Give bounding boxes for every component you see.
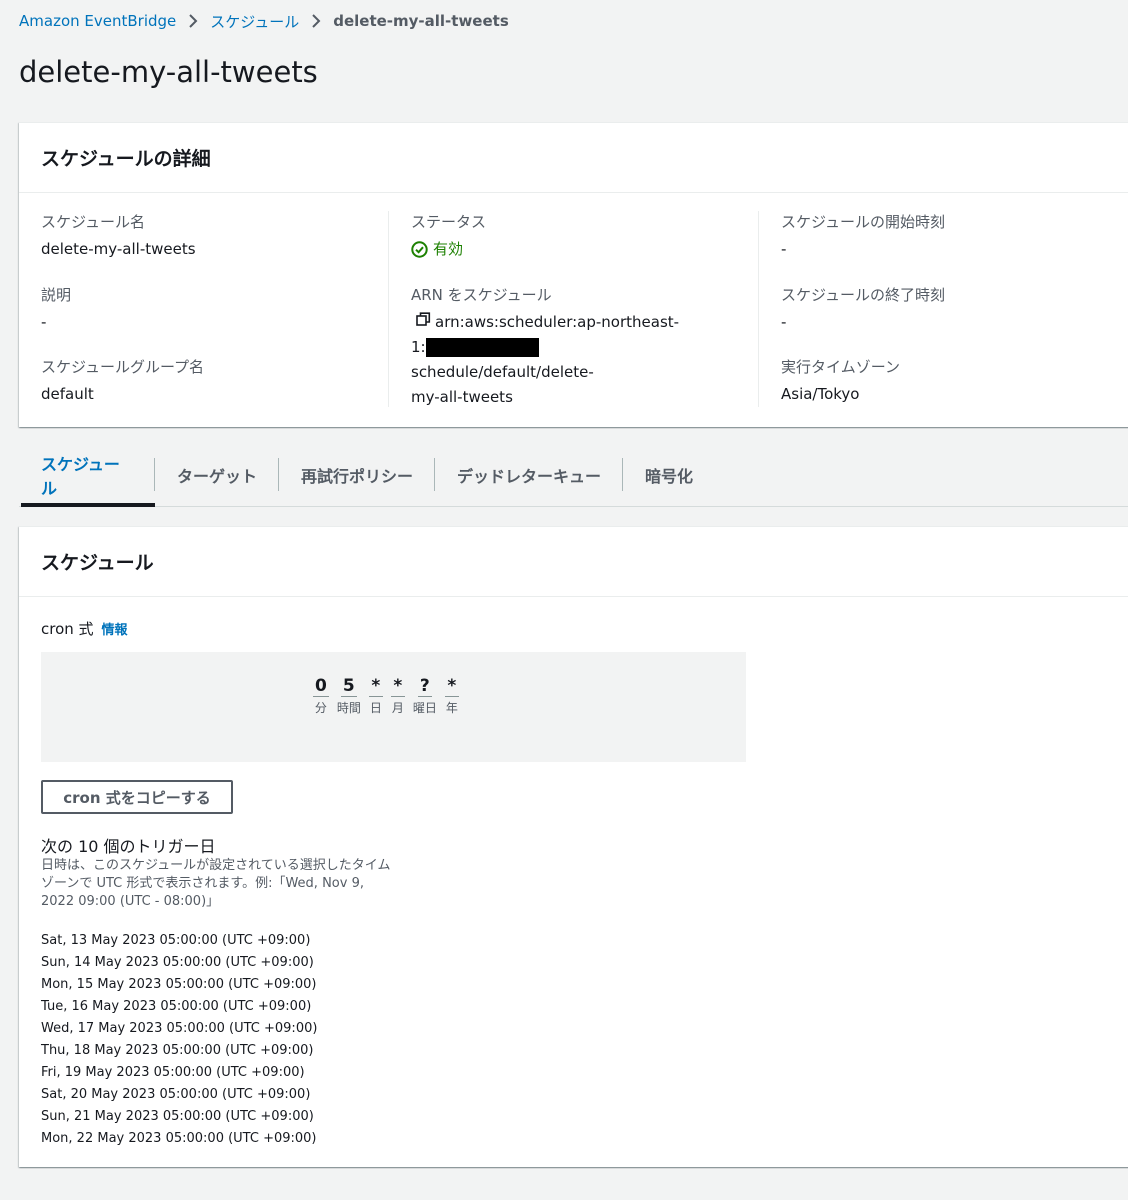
- tab-retry-policy-label: 再試行ポリシー: [301, 467, 414, 486]
- description-label: 説明: [41, 286, 72, 304]
- timezone-label: 実行タイムゾーン: [781, 358, 900, 376]
- end-time-field: スケジュールの終了時刻 -: [781, 284, 945, 334]
- description-field: 説明 -: [41, 284, 71, 334]
- cron-field-year: * 年: [444, 676, 459, 716]
- arn-label: ARN をスケジュール: [411, 286, 552, 304]
- trigger-date-item: Tue, 16 May 2023 05:00:00 (UTC +09:00): [41, 999, 312, 1014]
- tab-bar: スケジュール ターゲット 再試行ポリシー デッドレターキュー 暗号化: [19, 455, 1128, 507]
- breadcrumb-eventbridge-link[interactable]: Amazon EventBridge: [19, 12, 176, 30]
- schedule-panel: スケジュール cron 式 情報 0 分 5 時間 * 日 * 月 ? 曜日 *…: [19, 526, 1128, 1167]
- cron-month-value: *: [390, 676, 405, 697]
- cron-field-hour: 5 時間: [337, 676, 361, 716]
- tab-target[interactable]: ターゲット: [155, 455, 280, 495]
- cron-expression-label: cron 式: [41, 620, 94, 638]
- cron-minute-value: 0: [313, 676, 329, 697]
- schedule-name-field: スケジュール名 delete-my-all-tweets: [41, 211, 196, 261]
- cron-year-unit: 年: [445, 701, 458, 715]
- tab-retry-policy[interactable]: 再試行ポリシー: [279, 455, 436, 495]
- details-column-2: ステータス 有効 ARN をスケジュール arn:aws:scheduler:a…: [389, 211, 759, 407]
- cron-field-weekday: ? 曜日: [413, 676, 437, 716]
- chevron-right-icon: [311, 13, 321, 29]
- arn-line-3: my-all-tweets: [411, 388, 513, 406]
- arn-value: arn:aws:scheduler:ap-northeast- 1: schedu…: [411, 310, 721, 410]
- tab-encryption[interactable]: 暗号化: [623, 455, 715, 495]
- trigger-date-item: Sun, 21 May 2023 05:00:00 (UTC +09:00): [41, 1109, 314, 1124]
- end-time-label: スケジュールの終了時刻: [781, 286, 945, 304]
- tab-dead-letter-queue-label: デッドレターキュー: [457, 467, 602, 486]
- cron-field-day: * 日: [368, 676, 383, 716]
- start-time-label: スケジュールの開始時刻: [781, 213, 945, 231]
- arn-suffix: schedule/default/delete-: [411, 363, 594, 381]
- trigger-date-list: Sat, 13 May 2023 05:00:00 (UTC +09:00) S…: [41, 930, 317, 1150]
- schedule-group-label: スケジュールグループ名: [41, 358, 205, 376]
- copy-icon[interactable]: [416, 310, 431, 335]
- cron-expression-box: 0 分 5 時間 * 日 * 月 ? 曜日 * 年: [41, 652, 746, 762]
- tab-encryption-label: 暗号化: [645, 467, 694, 486]
- trigger-date-item: Wed, 17 May 2023 05:00:00 (UTC +09:00): [41, 1021, 318, 1036]
- schedule-panel-header: スケジュール: [19, 527, 1128, 597]
- cron-field-month: * 月: [390, 676, 405, 716]
- chevron-right-icon: [188, 13, 198, 29]
- start-time-field: スケジュールの開始時刻 -: [781, 211, 945, 261]
- redacted-account-id: [425, 338, 539, 357]
- cron-year-value: *: [444, 676, 459, 697]
- next-triggers-description: 日時は、このスケジュールが設定されている選択したタイムゾーンで UTC 形式で表…: [41, 858, 391, 909]
- details-panel-header: スケジュールの詳細: [19, 123, 1128, 193]
- trigger-date-item: Fri, 19 May 2023 05:00:00 (UTC +09:00): [41, 1065, 305, 1080]
- arn-prefix: 1:: [411, 338, 426, 356]
- breadcrumb: Amazon EventBridge スケジュール delete-my-all-…: [19, 11, 509, 31]
- page-title: delete-my-all-tweets: [19, 55, 318, 89]
- status-label: ステータス: [411, 213, 487, 231]
- trigger-date-item: Mon, 15 May 2023 05:00:00 (UTC +09:00): [41, 977, 317, 992]
- trigger-date-item: Mon, 22 May 2023 05:00:00 (UTC +09:00): [41, 1131, 317, 1146]
- cron-expression-label-row: cron 式 情報: [41, 618, 128, 639]
- next-triggers-title: 次の 10 個のトリガー日: [41, 837, 216, 856]
- status-field: ステータス 有効: [411, 211, 486, 261]
- tab-target-label: ターゲット: [177, 467, 258, 486]
- trigger-date-item: Sat, 20 May 2023 05:00:00 (UTC +09:00): [41, 1087, 311, 1102]
- status-badge: 有効: [411, 237, 486, 261]
- trigger-date-item: Sat, 13 May 2023 05:00:00 (UTC +09:00): [41, 933, 311, 948]
- details-column-3: スケジュールの開始時刻 - スケジュールの終了時刻 - 実行タイムゾーン Asi…: [759, 211, 1128, 407]
- cron-fields: 0 分 5 時間 * 日 * 月 ? 曜日 * 年: [313, 676, 459, 716]
- tab-schedule-label: スケジュール: [41, 455, 120, 498]
- tab-schedule[interactable]: スケジュール: [19, 455, 155, 498]
- end-time-value: -: [781, 313, 787, 331]
- breadcrumb-schedules-link[interactable]: スケジュール: [210, 11, 299, 32]
- trigger-date-item: Sun, 14 May 2023 05:00:00 (UTC +09:00): [41, 955, 314, 970]
- cron-day-unit: 日: [369, 701, 382, 715]
- details-grid: スケジュール名 delete-my-all-tweets 説明 - スケジュール…: [19, 193, 1128, 427]
- description-value: -: [41, 313, 47, 331]
- start-time-value: -: [781, 240, 787, 258]
- timezone-value: Asia/Tokyo: [781, 385, 860, 403]
- trigger-date-item: Thu, 18 May 2023 05:00:00 (UTC +09:00): [41, 1043, 314, 1058]
- arn-line-1: arn:aws:scheduler:ap-northeast-: [435, 313, 680, 331]
- schedule-name-value: delete-my-all-tweets: [41, 240, 196, 258]
- schedule-details-panel: スケジュールの詳細 スケジュール名 delete-my-all-tweets 説…: [19, 122, 1128, 427]
- cron-weekday-unit: 曜日: [412, 701, 437, 715]
- arn-field: ARN をスケジュール arn:aws:scheduler:ap-northea…: [411, 284, 721, 410]
- schedule-group-value: default: [41, 385, 94, 403]
- cron-weekday-value: ?: [417, 676, 432, 697]
- schedule-name-label: スケジュール名: [41, 213, 145, 231]
- cron-minute-unit: 分: [314, 701, 327, 715]
- schedule-group-field: スケジュールグループ名 default: [41, 356, 204, 406]
- active-tab-indicator: [21, 503, 155, 507]
- details-column-1: スケジュール名 delete-my-all-tweets 説明 - スケジュール…: [19, 211, 389, 407]
- cron-day-value: *: [368, 676, 383, 697]
- timezone-field: 実行タイムゾーン Asia/Tokyo: [781, 356, 900, 406]
- cron-month-unit: 月: [391, 701, 404, 715]
- breadcrumb-current: delete-my-all-tweets: [333, 12, 509, 30]
- copy-cron-button[interactable]: cron 式をコピーする: [41, 780, 233, 814]
- cron-hour-value: 5: [340, 676, 357, 697]
- tab-dead-letter-queue[interactable]: デッドレターキュー: [435, 455, 624, 495]
- cron-hour-unit: 時間: [336, 701, 361, 715]
- status-check-icon: [411, 240, 428, 258]
- info-link[interactable]: 情報: [102, 619, 128, 638]
- cron-field-minute: 0 分: [313, 676, 329, 716]
- status-text: 有効: [433, 240, 464, 258]
